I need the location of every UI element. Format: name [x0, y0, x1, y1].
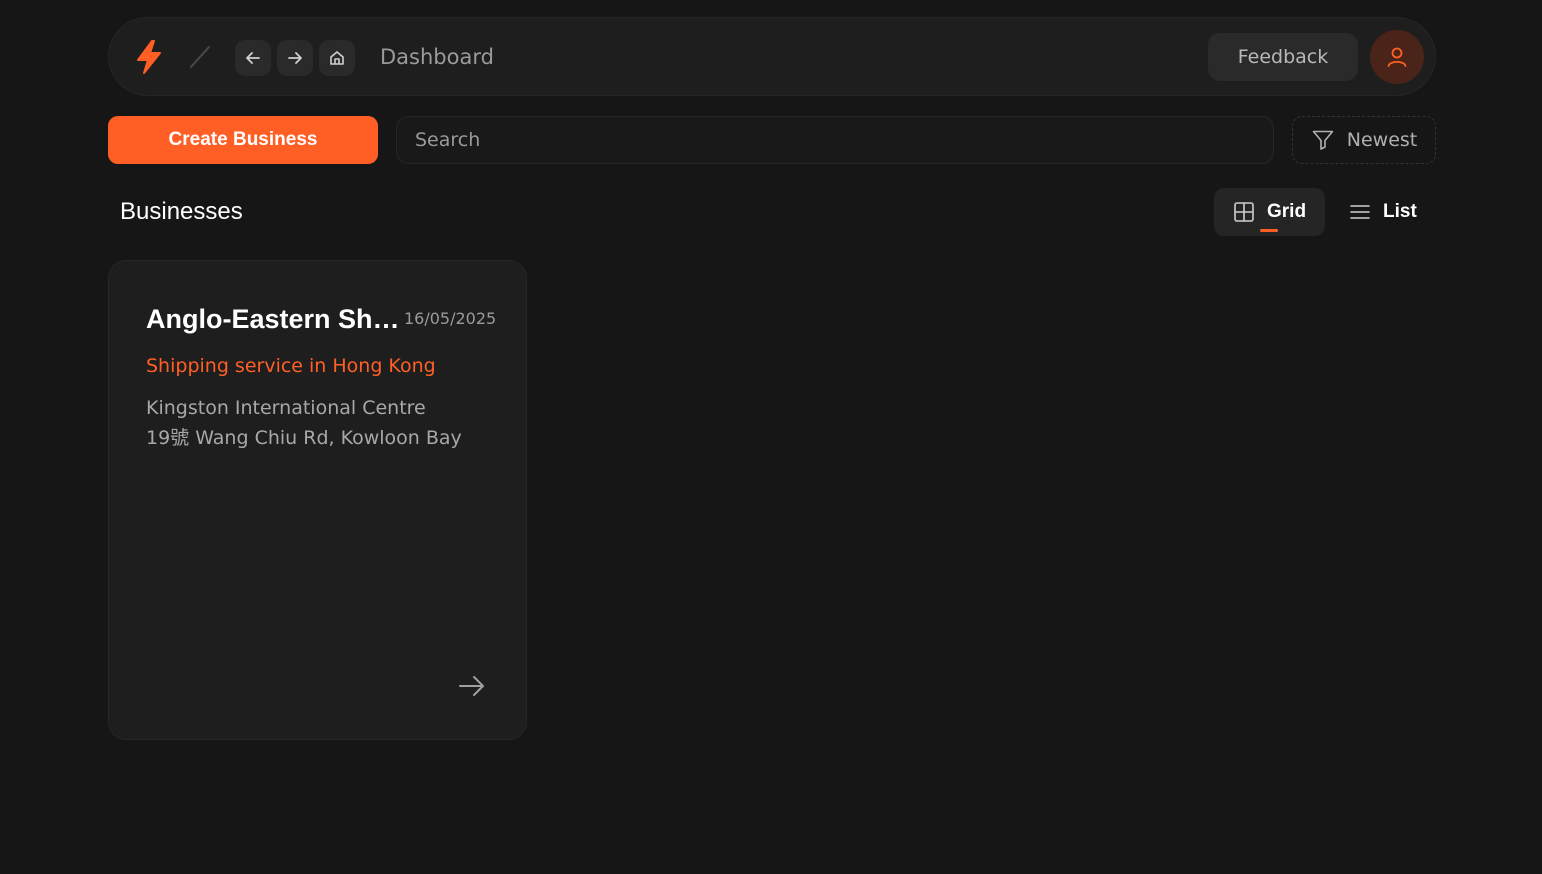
feedback-button[interactable]: Feedback [1208, 33, 1358, 81]
list-view-toggle[interactable]: List [1349, 188, 1429, 236]
search-input[interactable] [396, 116, 1274, 164]
arrow-right-icon [288, 52, 302, 64]
back-button[interactable] [235, 40, 271, 76]
forward-button[interactable] [277, 40, 313, 76]
list-icon [1350, 205, 1370, 219]
arrow-left-icon [246, 52, 260, 64]
grid-view-toggle[interactable]: Grid [1214, 188, 1325, 236]
business-tagline: Shipping service in Hong Kong [146, 355, 436, 377]
home-button[interactable] [319, 40, 355, 76]
business-date: 16/05/2025 [404, 309, 497, 328]
create-business-button[interactable]: Create Business [108, 116, 378, 164]
sort-filter-button[interactable]: Newest [1292, 116, 1436, 164]
top-navigation-bar: Dashboard Feedback [108, 17, 1436, 96]
business-address-line-1: Kingston International Centre [146, 397, 426, 419]
breadcrumb-separator-icon [190, 46, 210, 68]
section-title: Businesses [120, 198, 243, 225]
open-business-arrow-icon[interactable] [457, 671, 487, 701]
grid-icon [1234, 202, 1254, 222]
home-icon [330, 51, 344, 65]
list-view-label: List [1383, 201, 1417, 222]
lightning-bolt-logo-icon[interactable] [135, 40, 163, 74]
filter-icon [1312, 130, 1334, 150]
user-icon [1387, 47, 1407, 67]
active-view-indicator [1260, 229, 1278, 232]
business-name: Anglo-Eastern Shipping [146, 304, 404, 334]
business-card[interactable]: Anglo-Eastern Shipping 16/05/2025 Shippi… [108, 260, 527, 740]
business-address-line-2: 19號 Wang Chiu Rd, Kowloon Bay [146, 427, 462, 449]
sort-label: Newest [1346, 129, 1418, 151]
user-avatar[interactable] [1370, 30, 1424, 84]
grid-view-label: Grid [1267, 201, 1307, 222]
page-title: Dashboard [380, 45, 494, 69]
